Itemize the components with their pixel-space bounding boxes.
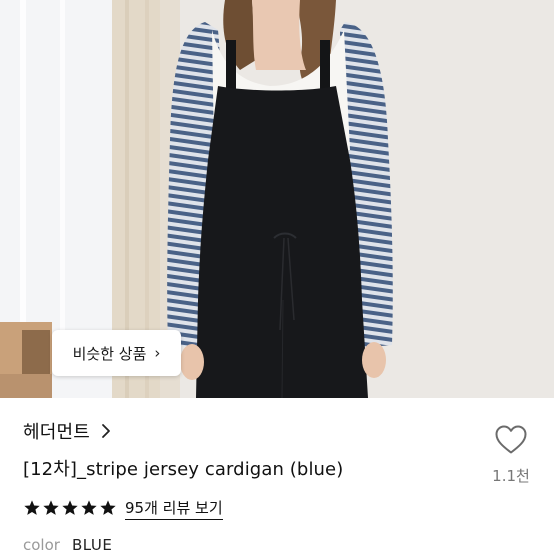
star-icon (81, 500, 97, 515)
color-option: color BLUE (23, 536, 112, 554)
star-rating (23, 499, 117, 517)
chevron-right-icon: › (154, 344, 161, 362)
star-icon (24, 500, 40, 515)
brand-name: 헤더먼트 (23, 422, 91, 443)
star-icon (43, 500, 59, 515)
star-icon (62, 500, 78, 515)
heart-outline-icon (495, 425, 527, 454)
product-photo[interactable]: 비슷한 상품 › (0, 0, 554, 398)
like-button[interactable]: 1.1천 (492, 424, 530, 486)
similar-products-button[interactable]: 비슷한 상품 › (52, 330, 181, 376)
star-icon (100, 500, 116, 515)
color-value: BLUE (71, 536, 113, 554)
brand-link[interactable]: 헤더먼트 (23, 419, 114, 443)
rating-row: 95개 리뷰 보기 (23, 497, 223, 520)
like-count: 1.1천 (492, 467, 530, 485)
review-link[interactable]: 95개 리뷰 보기 (125, 497, 223, 520)
product-info: 헤더먼트 [12차]_stripe jersey cardigan (blue)… (0, 398, 554, 554)
product-title: [12차]_stripe jersey cardigan (blue) (23, 459, 344, 480)
similar-products-label: 비슷한 상품 (72, 344, 147, 363)
color-label: color (23, 536, 60, 554)
chevron-right-icon (102, 424, 110, 438)
